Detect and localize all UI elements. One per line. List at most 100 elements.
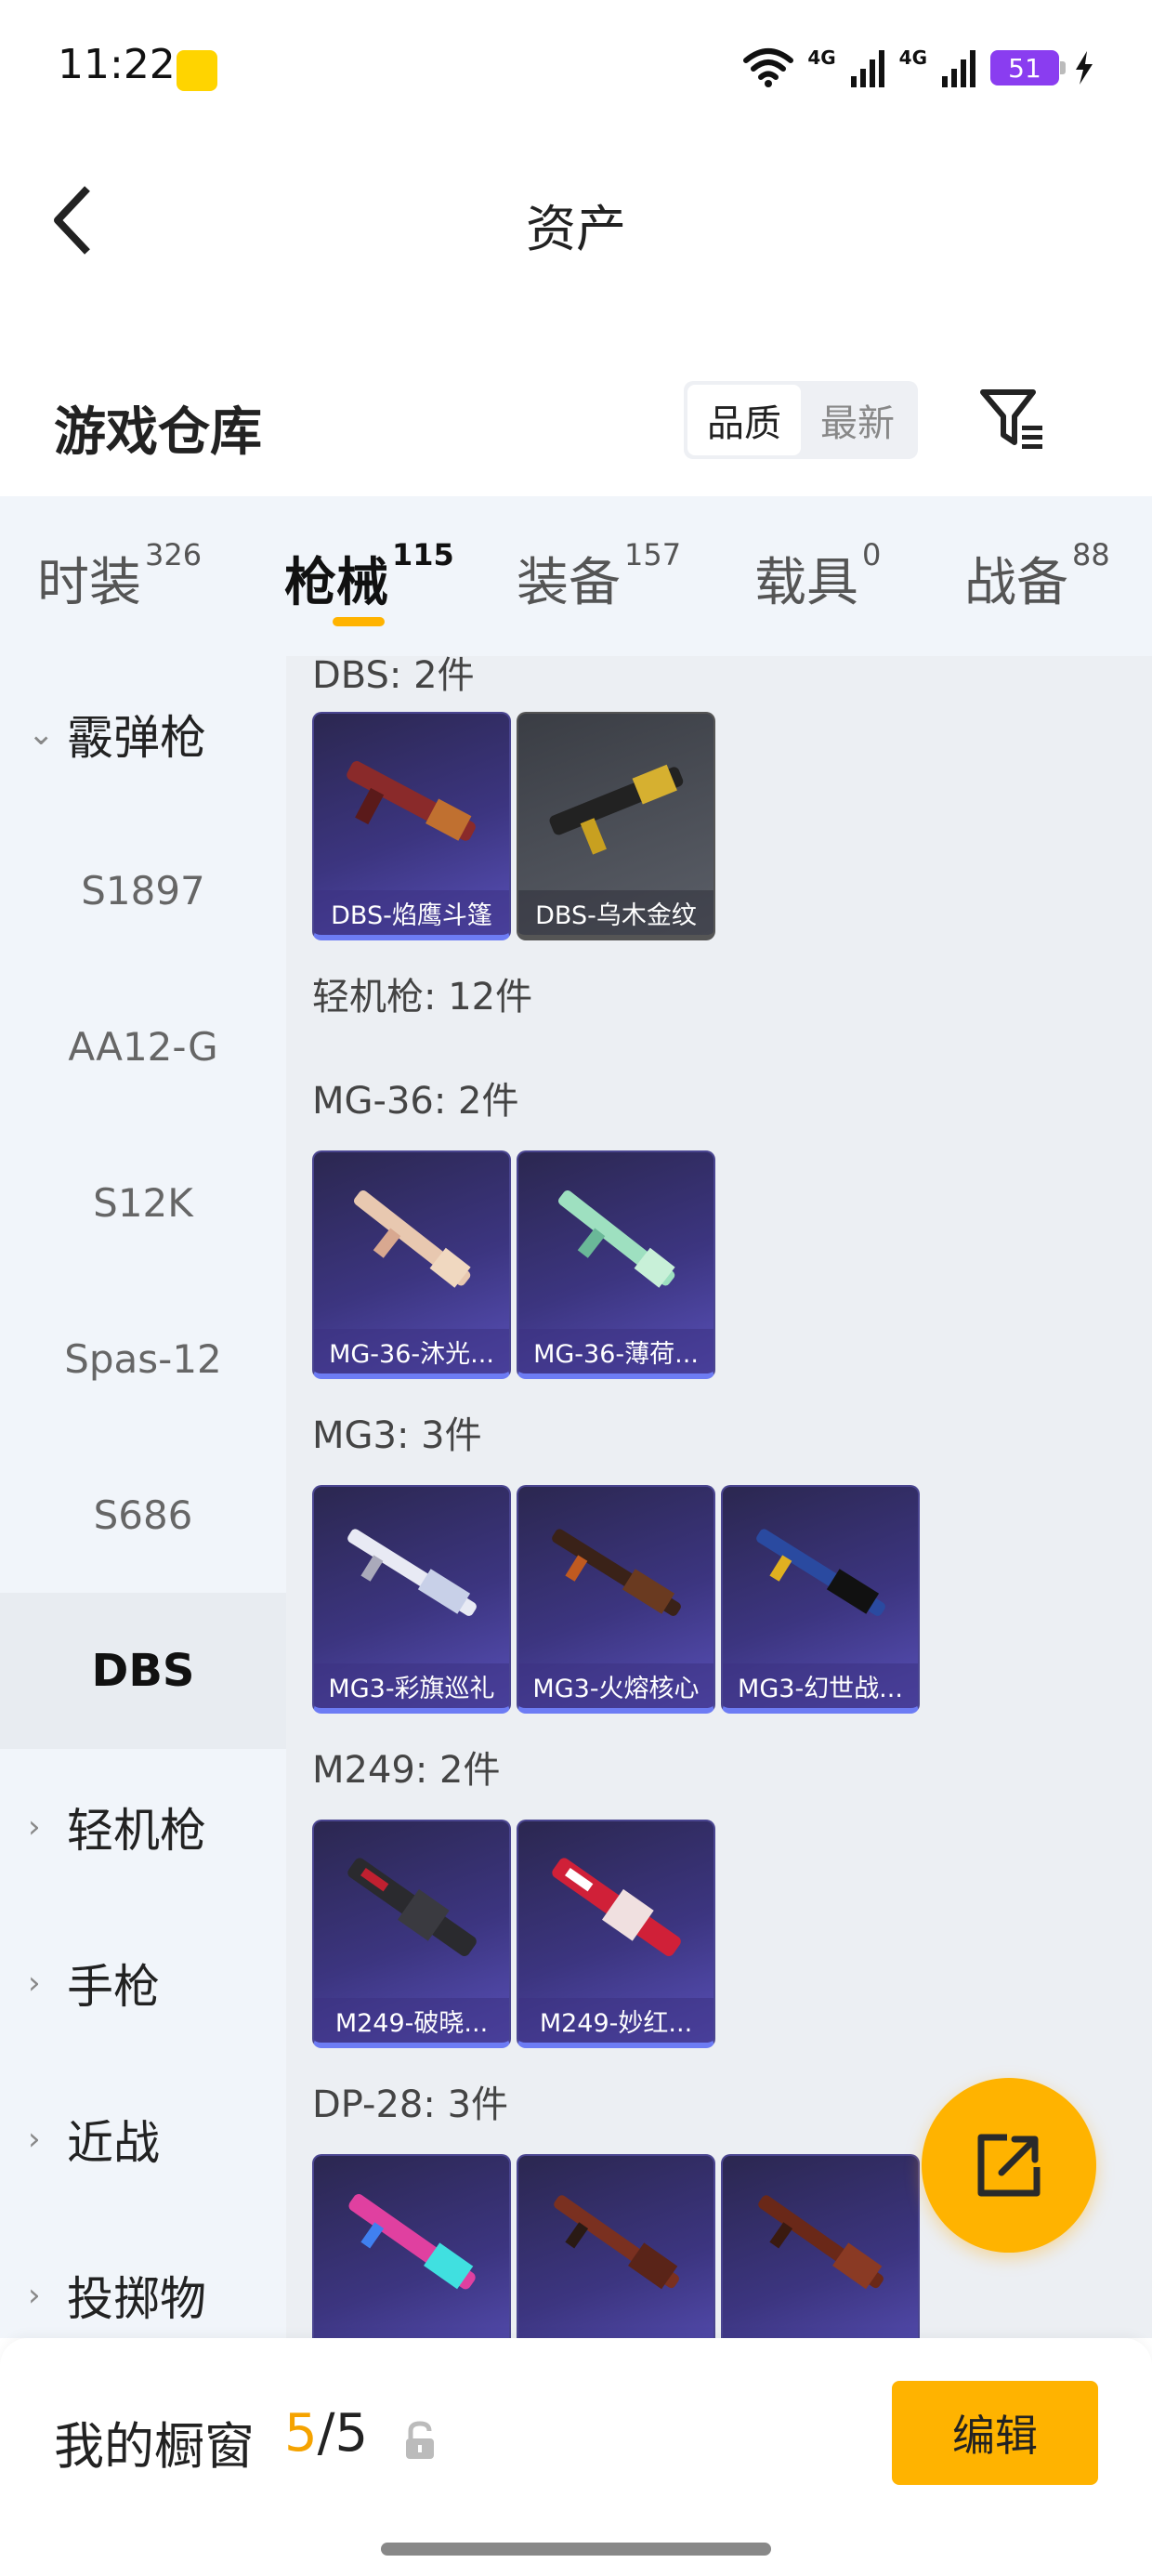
weapon-card[interactable]: M249-破晓... bbox=[312, 1820, 511, 2048]
weapon-card-label: DBS-乌木金纹 bbox=[518, 890, 713, 935]
chevron-right-icon: › bbox=[28, 1965, 41, 2002]
weapon-card-label: MG3-彩旗巡礼 bbox=[314, 1663, 509, 1708]
tab-supplies[interactable]: 战备 88 bbox=[964, 537, 1110, 616]
lock-icon bbox=[406, 2421, 434, 2459]
category-tabs: 时装 326 枪械 115 装备 157 载具 0 战备 88 bbox=[0, 496, 1152, 656]
weapon-card-label: MG3-火熔核心 bbox=[518, 1663, 713, 1708]
showcase-total: /5 bbox=[317, 2403, 369, 2464]
weapon-image bbox=[554, 2195, 679, 2290]
section-row: 游戏仓库 品质 最新 bbox=[0, 353, 1152, 493]
weapon-card[interactable] bbox=[517, 2154, 715, 2338]
group-label-mg3: MG3: 3件 bbox=[312, 1414, 482, 1457]
showcase-count: 5/5 bbox=[284, 2403, 368, 2464]
status-time: 11:22 bbox=[58, 41, 176, 88]
tab-vehicles[interactable]: 载具 0 bbox=[754, 537, 881, 616]
sort-quality-button[interactable]: 品质 bbox=[687, 385, 801, 455]
network-label-1: 4G bbox=[807, 46, 836, 69]
sidebar-item-spas12[interactable]: Spas-12 bbox=[0, 1281, 286, 1437]
showcase-current: 5 bbox=[284, 2403, 318, 2464]
wifi-icon bbox=[743, 48, 794, 87]
weapon-image bbox=[347, 1529, 477, 1616]
sidebar-group-pistol[interactable]: › 手枪 bbox=[0, 1905, 286, 2061]
sidebar-item-s1897[interactable]: S1897 bbox=[0, 812, 286, 968]
weapon-card[interactable]: DBS-乌木金纹 bbox=[517, 712, 715, 940]
group-label-m249: M249: 2件 bbox=[312, 1749, 501, 1792]
sidebar-group-label: 霰弹枪 bbox=[67, 711, 206, 765]
tab-count: 326 bbox=[145, 537, 203, 572]
weapon-image bbox=[557, 1189, 675, 1288]
sidebar-group-melee[interactable]: › 近战 bbox=[0, 2061, 286, 2217]
weapon-card-label: M249-妙红... bbox=[518, 1998, 713, 2043]
weapon-category-sidebar: ⌄ 霰弹枪 S1897 AA12-G S12K Spas-12 S686 DBS … bbox=[0, 656, 286, 2338]
home-indicator[interactable] bbox=[381, 2543, 771, 2556]
weapon-card[interactable]: MG-36-薄荷... bbox=[517, 1150, 715, 1379]
weapon-image bbox=[552, 1858, 681, 1956]
weapon-card-label: MG3-幻世战... bbox=[723, 1663, 918, 1708]
share-button[interactable] bbox=[922, 2078, 1096, 2253]
weapon-card-label: MG-36-薄荷... bbox=[518, 1329, 713, 1373]
weapon-card[interactable]: MG-36-沐光... bbox=[312, 1150, 511, 1379]
chevron-down-icon: ⌄ bbox=[28, 716, 55, 753]
section-title: 游戏仓库 bbox=[54, 402, 262, 463]
tab-label: 装备 bbox=[517, 553, 621, 613]
weapon-card-label: M249-破晓... bbox=[314, 1998, 509, 2043]
tab-label: 枪械 bbox=[284, 553, 388, 613]
tab-count: 88 bbox=[1072, 537, 1110, 572]
page-title: 资产 bbox=[526, 200, 626, 258]
tab-label: 载具 bbox=[754, 553, 858, 613]
status-icons: 4G 4G 51 bbox=[742, 45, 1096, 91]
tab-costume[interactable]: 时装 326 bbox=[37, 537, 202, 616]
battery-indicator: 51 bbox=[990, 50, 1066, 85]
group-label-dp28: DP-28: 3件 bbox=[312, 2083, 509, 2126]
showcase-label: 我的橱窗 bbox=[54, 2417, 255, 2476]
status-bar: 11:22 4G 4G 51 bbox=[0, 0, 1152, 139]
weapon-card[interactable]: MG3-彩旗巡礼 bbox=[312, 1485, 511, 1714]
sidebar-group-label: 投掷物 bbox=[67, 2272, 206, 2326]
weapon-card[interactable] bbox=[721, 2154, 920, 2338]
showcase-bar: 我的橱窗 5/5 编辑 bbox=[0, 2338, 1152, 2576]
tab-count: 115 bbox=[392, 537, 454, 572]
sort-toggle: 品质 最新 bbox=[684, 381, 918, 459]
sidebar-item-s686[interactable]: S686 bbox=[0, 1437, 286, 1593]
signal-icon bbox=[850, 50, 884, 87]
tab-label: 战备 bbox=[964, 553, 1068, 613]
edit-button[interactable]: 编辑 bbox=[892, 2381, 1098, 2485]
sidebar-item-s12k[interactable]: S12K bbox=[0, 1124, 286, 1281]
weapon-image bbox=[348, 2194, 476, 2290]
group-label-mg36: MG-36: 2件 bbox=[312, 1080, 519, 1123]
chevron-right-icon: › bbox=[28, 1808, 41, 1846]
notification-app-icon bbox=[177, 50, 217, 91]
weapon-card[interactable] bbox=[312, 2154, 511, 2338]
sidebar-group-label: 轻机枪 bbox=[67, 1804, 206, 1858]
sidebar-group-throwable[interactable]: › 投掷物 bbox=[0, 2217, 286, 2338]
tab-firearms[interactable]: 枪械 115 bbox=[284, 537, 454, 616]
chevron-right-icon: › bbox=[28, 2121, 41, 2158]
weapon-image bbox=[756, 1529, 885, 1616]
weapon-card[interactable]: MG3-幻世战... bbox=[721, 1485, 920, 1714]
weapon-card[interactable]: MG3-火熔核心 bbox=[517, 1485, 715, 1714]
sidebar-item-dbs[interactable]: DBS bbox=[0, 1593, 286, 1749]
tab-equipment[interactable]: 装备 157 bbox=[517, 537, 681, 616]
tab-count: 157 bbox=[624, 537, 682, 572]
weapon-image bbox=[347, 761, 476, 841]
charging-icon bbox=[1076, 51, 1093, 85]
weapon-image bbox=[347, 1858, 477, 1956]
chevron-right-icon: › bbox=[28, 2277, 41, 2314]
weapon-image bbox=[353, 1189, 471, 1288]
signal-icon-2 bbox=[942, 50, 975, 87]
weapon-image bbox=[549, 764, 684, 855]
weapon-card[interactable]: M249-妙红... bbox=[517, 1820, 715, 2048]
active-tab-indicator bbox=[333, 617, 385, 626]
weapon-card[interactable]: DBS-焰鹰斗篷 bbox=[312, 712, 511, 940]
sort-newest-button[interactable]: 最新 bbox=[801, 385, 914, 455]
category-label-lmg: 轻机枪: 12件 bbox=[312, 976, 533, 1019]
external-link-icon bbox=[977, 2134, 1041, 2197]
filter-button[interactable] bbox=[977, 383, 1048, 453]
sidebar-group-lmg[interactable]: › 轻机枪 bbox=[0, 1749, 286, 1905]
weapon-image bbox=[552, 1529, 681, 1616]
header: 资产 bbox=[0, 139, 1152, 297]
group-label-dbs: DBS: 2件 bbox=[312, 656, 475, 697]
sidebar-group-shotgun[interactable]: ⌄ 霰弹枪 bbox=[0, 656, 286, 812]
network-label-2: 4G bbox=[898, 46, 927, 69]
sidebar-item-aa12g[interactable]: AA12-G bbox=[0, 968, 286, 1124]
